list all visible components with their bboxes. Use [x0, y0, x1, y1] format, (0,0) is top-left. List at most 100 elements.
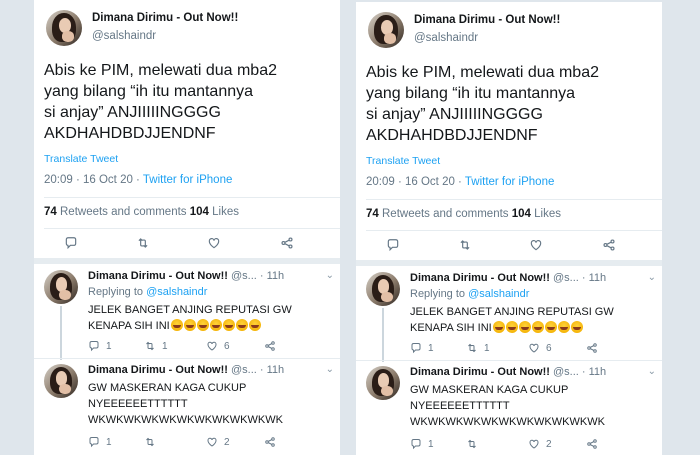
- retweets-count[interactable]: 74: [44, 206, 57, 218]
- reply-actions: 1 1 6: [410, 342, 642, 356]
- loudly-crying-face-icon: [183, 319, 196, 331]
- avatar[interactable]: [368, 12, 404, 48]
- retweet-icon: [146, 341, 154, 351]
- reply-text: GW MASKERAN KAGA CUKUP NYEEEEEETTTTTT WK…: [88, 380, 333, 428]
- loudly-crying-face-icon: [196, 319, 209, 331]
- reply-text-line: WKWKWKWKWKWKWKWKWKWKWK: [88, 414, 283, 426]
- tweet-text-line: AKDHAHDBDJJENDNF: [366, 127, 538, 144]
- author-name[interactable]: Dimana Dirimu - Out Now!!: [88, 364, 228, 376]
- heart-icon: [207, 341, 217, 351]
- author-name[interactable]: Dimana Dirimu - Out Now!!: [414, 14, 560, 26]
- retweets-label[interactable]: Retweets and comments: [379, 208, 512, 220]
- reply-text-line: WKWKWKWKWKWKWKWKWKWKWK: [410, 416, 605, 428]
- avatar[interactable]: [366, 272, 400, 306]
- tweet-text-line: Abis ke PIM, melewati dua mba2: [366, 64, 599, 81]
- reply-header: Dimana Dirimu - Out Now!! @s... · 11h: [88, 270, 284, 282]
- author-name[interactable]: Dimana Dirimu - Out Now!!: [410, 272, 550, 284]
- mention-link[interactable]: @salshaindr: [468, 288, 529, 300]
- avatar[interactable]: [46, 10, 82, 46]
- replying-prefix: Replying to: [410, 288, 469, 300]
- mention-link[interactable]: @salshaindr: [146, 286, 207, 298]
- loudly-crying-face-icon: [170, 319, 183, 331]
- likes-label[interactable]: Likes: [209, 206, 239, 218]
- reply-tweet[interactable]: Dimana Dirimu - Out Now!! @s... · 11h ⌄ …: [34, 264, 340, 360]
- retweets-count[interactable]: 74: [366, 208, 379, 220]
- like-button[interactable]: 2: [528, 438, 552, 450]
- likes-count[interactable]: 104: [512, 208, 531, 220]
- tweet-client-link[interactable]: Twitter for iPhone: [465, 176, 554, 188]
- reply-tweet[interactable]: Dimana Dirimu - Out Now!! @s... · 11h ⌄ …: [356, 360, 662, 455]
- share-icon: [281, 237, 293, 249]
- tweet-stats: 74 Retweets and comments 104 Likes: [366, 208, 561, 220]
- retweet-button[interactable]: 1: [466, 342, 490, 354]
- chevron-down-icon[interactable]: ⌄: [326, 364, 334, 375]
- share-button[interactable]: [602, 238, 616, 252]
- reply-button[interactable]: 1: [88, 436, 112, 448]
- share-button[interactable]: [586, 438, 598, 450]
- share-button[interactable]: [264, 436, 276, 448]
- tweet-text-line: yang bilang “ih itu mantannya: [366, 85, 576, 102]
- author-name[interactable]: Dimana Dirimu - Out Now!!: [88, 270, 228, 282]
- translate-tweet-link[interactable]: Translate Tweet: [366, 155, 440, 167]
- share-icon: [587, 439, 597, 449]
- reply-text: JELEK BANGET ANJING REPUTASI GW KENAPA S…: [410, 304, 655, 336]
- chevron-down-icon[interactable]: ⌄: [326, 270, 334, 281]
- reply-tweet[interactable]: Dimana Dirimu - Out Now!! @s... · 11h ⌄ …: [356, 266, 662, 362]
- likes-count[interactable]: 104: [190, 206, 209, 218]
- loudly-crying-face-icon: [248, 319, 261, 331]
- thread-line: [60, 306, 62, 360]
- retweet-button[interactable]: [136, 236, 150, 250]
- share-button[interactable]: [586, 342, 598, 354]
- retweet-button[interactable]: [466, 438, 484, 450]
- retweet-icon: [138, 238, 148, 248]
- author-name[interactable]: Dimana Dirimu - Out Now!!: [410, 366, 550, 378]
- heart-icon: [207, 437, 217, 447]
- reply-button[interactable]: [64, 236, 78, 250]
- reply-actions: 1 1 6: [88, 340, 320, 354]
- reply-button[interactable]: [386, 238, 400, 252]
- reply-button[interactable]: 1: [410, 342, 434, 354]
- retweet-icon: [468, 343, 476, 353]
- reply-header: Dimana Dirimu - Out Now!! @s... · 11h: [410, 272, 606, 284]
- avatar[interactable]: [44, 270, 78, 304]
- like-count: 6: [546, 342, 552, 354]
- retweets-label[interactable]: Retweets and comments: [57, 206, 190, 218]
- reply-count: 1: [428, 342, 434, 354]
- reply-icon: [89, 341, 99, 352]
- author-handle[interactable]: @salshaindr: [414, 32, 478, 44]
- share-button[interactable]: [264, 340, 276, 352]
- retweet-button[interactable]: 1: [144, 340, 168, 352]
- retweet-button[interactable]: [458, 238, 472, 252]
- like-button[interactable]: [529, 238, 543, 252]
- chevron-down-icon[interactable]: ⌄: [648, 272, 656, 283]
- reply-handle-time: @s... · 11h: [227, 364, 285, 376]
- like-button[interactable]: 6: [206, 340, 230, 352]
- replying-to: Replying to @salshaindr: [410, 288, 529, 300]
- tweet-time: 20:09 · 16 Oct 20 ·: [366, 176, 465, 188]
- retweet-icon: [146, 437, 154, 447]
- translate-tweet-link[interactable]: Translate Tweet: [44, 153, 118, 165]
- reply-handle-time: @s... · 11h: [549, 272, 607, 284]
- tweet-client-link[interactable]: Twitter for iPhone: [143, 174, 232, 186]
- avatar[interactable]: [366, 366, 400, 400]
- retweet-button[interactable]: [144, 436, 162, 448]
- reply-button[interactable]: 1: [88, 340, 112, 352]
- share-icon: [587, 343, 597, 353]
- avatar[interactable]: [44, 364, 78, 398]
- like-button[interactable]: 6: [528, 342, 552, 354]
- loudly-crying-face-icon: [544, 321, 557, 333]
- reply-handle-time: @s... · 11h: [227, 270, 285, 282]
- author-handle[interactable]: @salshaindr: [92, 30, 156, 42]
- reply-button[interactable]: 1: [410, 438, 434, 450]
- chevron-down-icon[interactable]: ⌄: [648, 366, 656, 377]
- reply-icon: [89, 437, 99, 448]
- divider: [44, 228, 340, 229]
- reply-header: Dimana Dirimu - Out Now!! @s... · 11h: [410, 366, 606, 378]
- share-button[interactable]: [280, 236, 294, 250]
- likes-label[interactable]: Likes: [531, 208, 561, 220]
- reply-tweet[interactable]: Dimana Dirimu - Out Now!! @s... · 11h ⌄ …: [34, 358, 340, 455]
- like-button[interactable]: [207, 236, 221, 250]
- like-button[interactable]: 2: [206, 436, 230, 448]
- loudly-crying-face-icon: [505, 321, 518, 333]
- author-name[interactable]: Dimana Dirimu - Out Now!!: [92, 12, 238, 24]
